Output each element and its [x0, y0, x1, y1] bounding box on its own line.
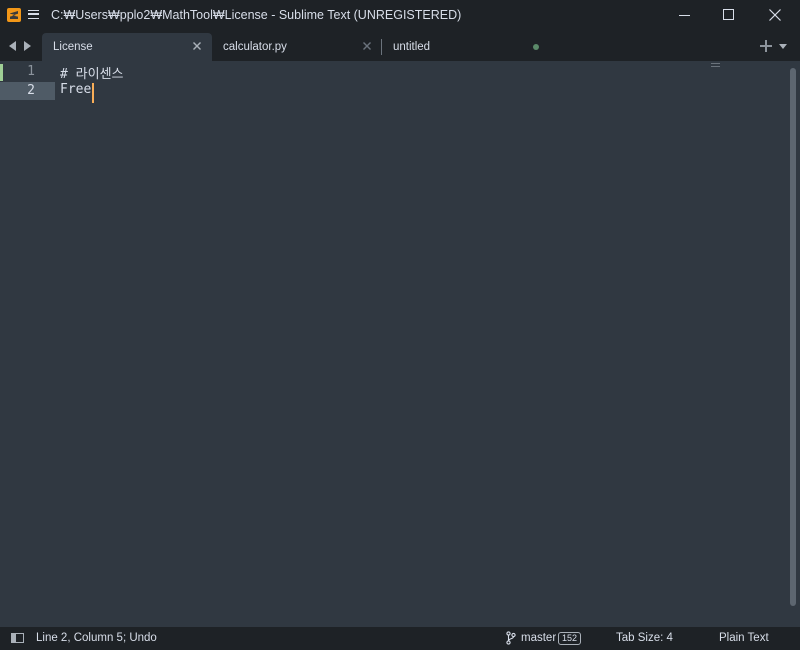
code-line[interactable]: Free [60, 82, 91, 97]
arrow-right-icon[interactable] [24, 41, 31, 51]
text-caret [92, 83, 94, 103]
window-title: C:₩Users₩pplo2₩MathTool₩License - Sublim… [51, 8, 462, 22]
close-window-button[interactable] [752, 0, 798, 31]
tab-navigation [9, 40, 33, 52]
code-line[interactable]: # 라이센스 [60, 63, 124, 82]
hamburger-menu-icon[interactable] [28, 10, 39, 19]
close-icon [769, 9, 781, 21]
arrow-left-icon[interactable] [9, 41, 16, 51]
close-tab-icon[interactable] [362, 41, 372, 51]
git-branch-name[interactable]: master [521, 632, 556, 644]
line-number: 2 [27, 83, 35, 98]
scrollbar-thumb[interactable] [790, 68, 796, 606]
status-bar: Line 2, Column 5; Undo master 152 Tab Si… [0, 627, 800, 650]
sublime-window: C:₩Users₩pplo2₩MathTool₩License - Sublim… [0, 0, 800, 650]
line-number: 1 [27, 64, 35, 79]
tab-label: calculator.py [223, 41, 287, 53]
sidebar-toggle-icon[interactable] [11, 633, 24, 643]
tab-bar: License calculator.py untitled [0, 31, 800, 61]
unsaved-dot-icon[interactable] [533, 44, 539, 50]
editor-area[interactable]: 1 2 # 라이센스 Free [0, 61, 800, 627]
title-bar[interactable]: C:₩Users₩pplo2₩MathTool₩License - Sublim… [0, 0, 800, 31]
syntax-selector[interactable]: Plain Text [719, 632, 769, 644]
minimap-viewport[interactable] [711, 63, 720, 67]
cursor-position: Line 2, Column 5; Undo [36, 632, 157, 644]
tab-calculator[interactable]: calculator.py [212, 33, 380, 61]
line-gutter: 1 2 [0, 61, 55, 627]
tab-label: License [53, 41, 93, 53]
git-branch-icon[interactable] [506, 631, 516, 645]
maximize-button[interactable] [706, 0, 752, 31]
plus-icon[interactable] [760, 40, 772, 52]
minimize-button[interactable] [662, 0, 708, 31]
tab-label: untitled [393, 41, 431, 53]
close-tab-icon[interactable] [192, 41, 202, 51]
tab-untitled[interactable]: untitled [382, 33, 552, 61]
tab-size-selector[interactable]: Tab Size: 4 [616, 632, 673, 644]
tab-license[interactable]: License [42, 33, 212, 61]
chevron-down-icon[interactable] [779, 44, 787, 49]
branch-change-count-badge[interactable]: 152 [558, 632, 582, 645]
sublime-text-icon[interactable] [7, 8, 21, 22]
